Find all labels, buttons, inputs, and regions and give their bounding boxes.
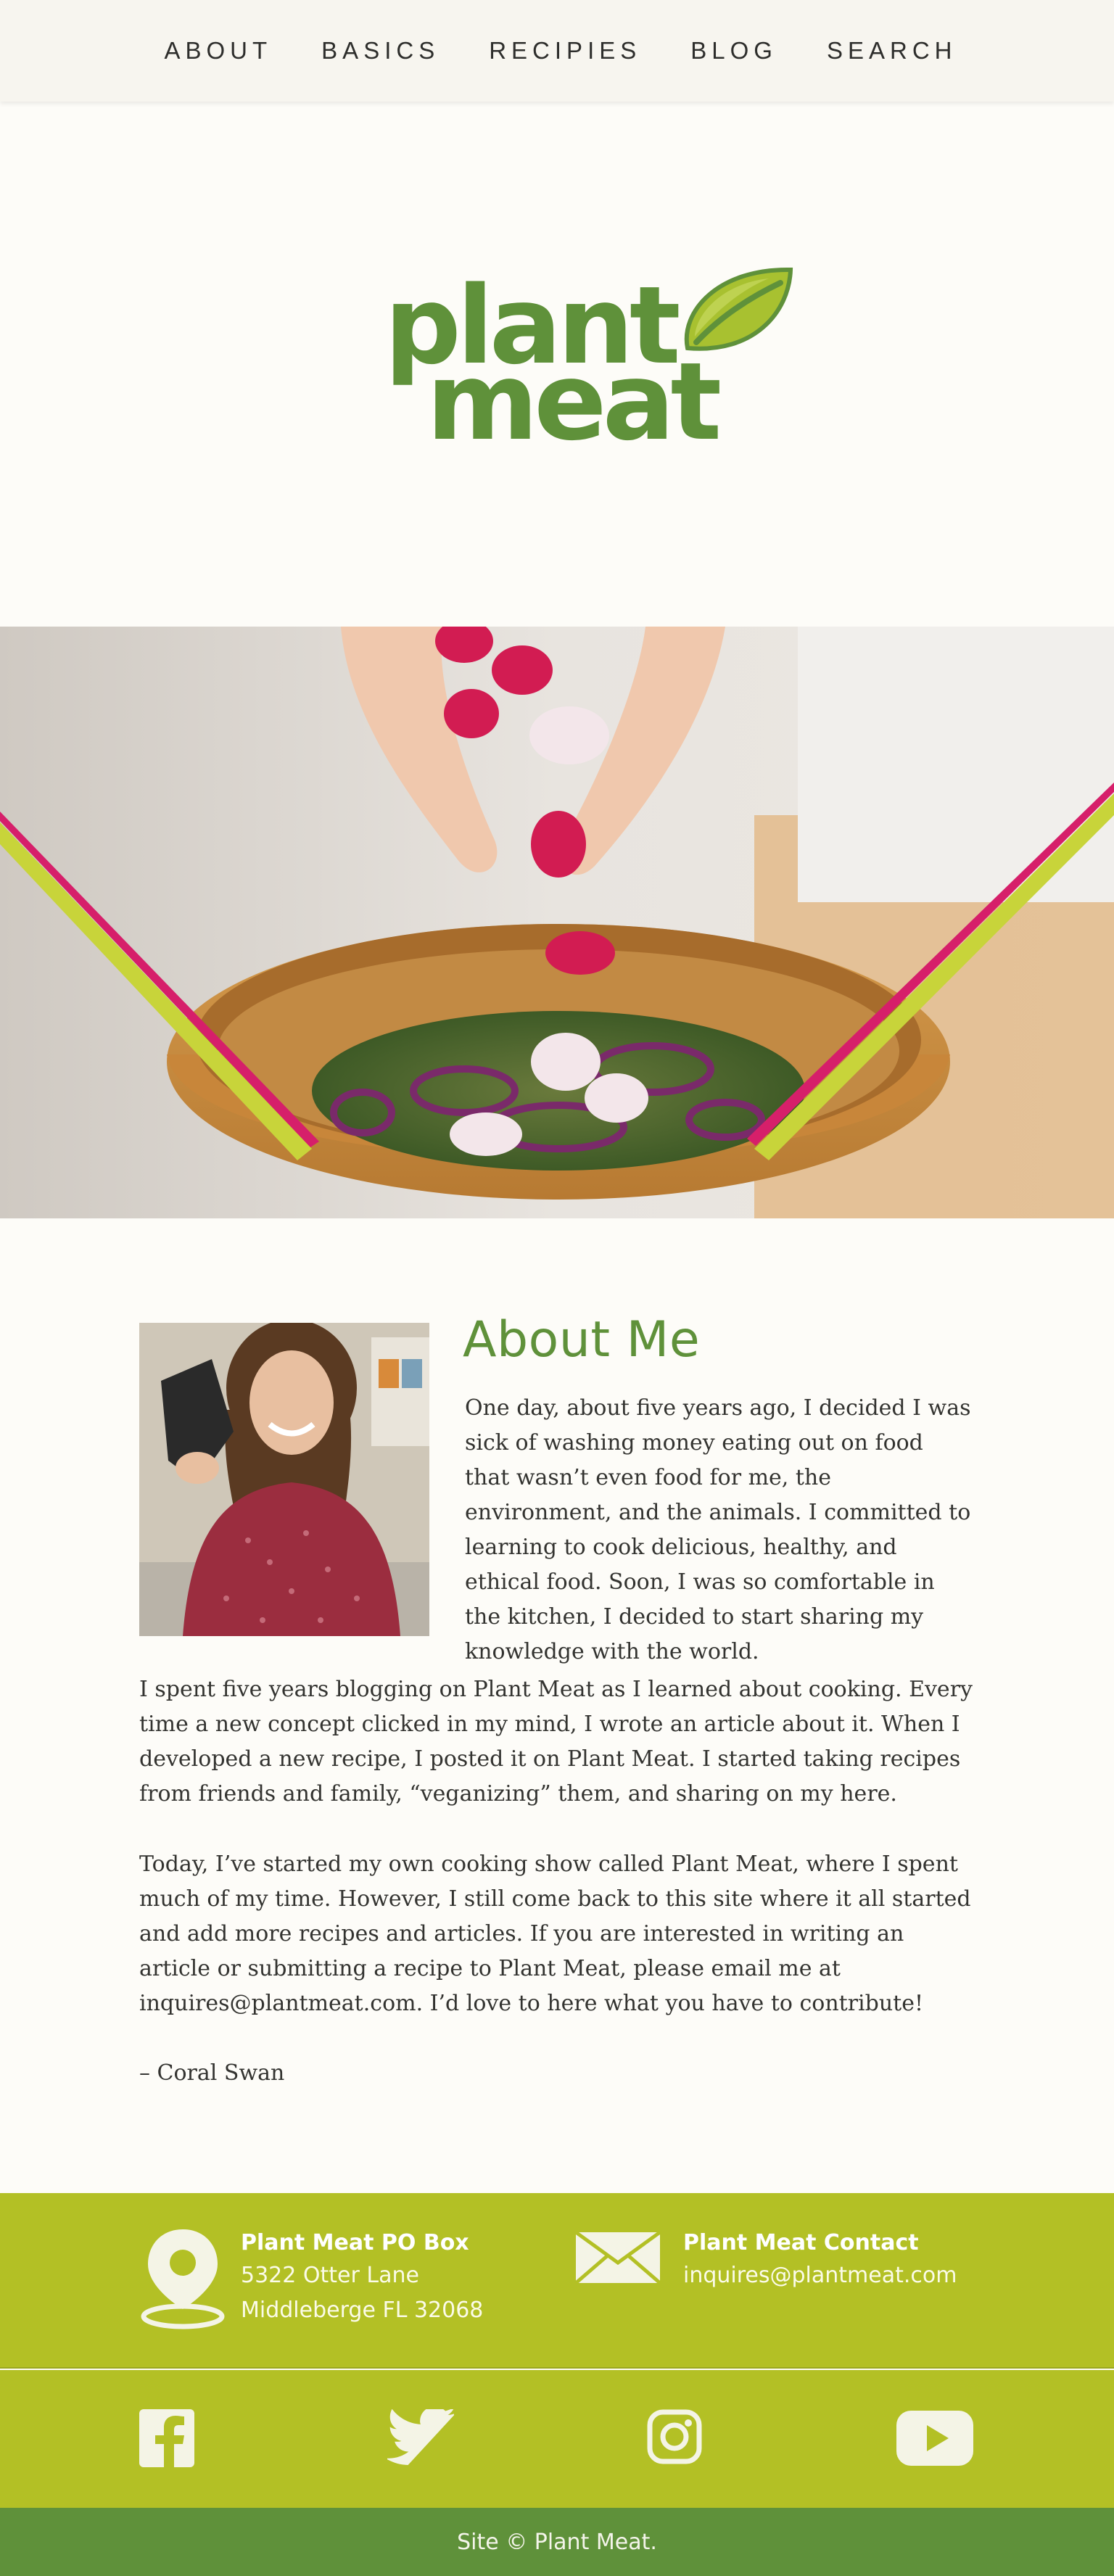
nav-item-blog[interactable]: BLOG xyxy=(690,37,777,65)
salad-bowl-photo xyxy=(0,627,1114,1218)
contact-section: Plant Meat PO Box 5322 Otter Lane Middle… xyxy=(0,2193,1114,2369)
site-logo[interactable]: plant meat xyxy=(377,261,798,450)
nav-item-about[interactable]: ABOUT xyxy=(164,37,272,65)
signature: – Coral Swan xyxy=(139,2060,285,2086)
po-box-block: Plant Meat PO Box 5322 Otter Lane Middle… xyxy=(139,2228,483,2332)
map-pin-icon xyxy=(139,2228,241,2332)
envelope-icon xyxy=(574,2228,683,2293)
portrait-photo xyxy=(139,1323,429,1636)
nav-item-search[interactable]: SEARCH xyxy=(827,37,957,65)
contact-title: Plant Meat Contact xyxy=(683,2230,919,2255)
about-paragraph-2: Today, I’ve started my own cooking show … xyxy=(139,1852,971,2016)
twitter-icon[interactable] xyxy=(387,2409,454,2467)
nav-menu: ABOUT BASICS RECIPIES BLOG SEARCH xyxy=(139,37,981,65)
contact-email-block: Plant Meat Contact inquires@plantmeat.co… xyxy=(574,2228,957,2293)
top-navigation: ABOUT BASICS RECIPIES BLOG SEARCH xyxy=(0,0,1114,102)
about-paragraph-1: I spent five years blogging on Plant Mea… xyxy=(139,1677,973,1807)
facebook-icon[interactable] xyxy=(139,2409,194,2467)
po-box-city: Middleberge FL 32068 xyxy=(241,2298,484,2323)
po-box-title: Plant Meat PO Box xyxy=(241,2230,469,2255)
copyright-footer: Site © Plant Meat. xyxy=(0,2508,1114,2576)
nav-item-basics[interactable]: BASICS xyxy=(321,37,440,65)
about-title: About Me xyxy=(463,1311,701,1368)
copyright-text: Site © Plant Meat. xyxy=(457,2529,657,2555)
about-intro-paragraph: One day, about five years ago, I decided… xyxy=(465,1395,971,1664)
nav-item-recipies[interactable]: RECIPIES xyxy=(489,37,641,65)
contact-email-link[interactable]: inquires@plantmeat.com xyxy=(683,2258,957,2293)
social-links xyxy=(0,2370,1114,2508)
youtube-icon[interactable] xyxy=(896,2411,973,2466)
leaf-icon xyxy=(684,267,793,351)
po-box-street: 5322 Otter Lane xyxy=(241,2263,419,2288)
about-photo xyxy=(139,1323,429,1636)
hero-image xyxy=(0,627,1114,1218)
logo-word-meat: meat xyxy=(426,339,719,450)
instagram-icon[interactable] xyxy=(647,2409,702,2464)
